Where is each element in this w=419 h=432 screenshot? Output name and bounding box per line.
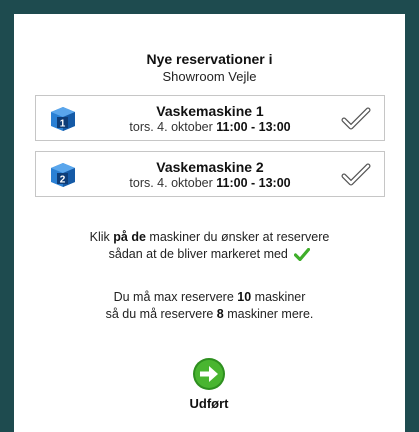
done-label: Udført <box>189 396 229 411</box>
machine-name-2: Vaskemaskine 2 <box>156 159 264 175</box>
machine-item-2[interactable]: 2 Vaskemaskine 2 tors. 4. oktober 11:00 … <box>35 151 385 197</box>
limit-text: Du må max reservere 10 maskiner så du må… <box>105 290 314 321</box>
instruction-text: Klik på de maskiner du ønsker at reserve… <box>89 230 330 262</box>
machine-number-1-icon: 1 <box>51 107 75 131</box>
machine-time-2: 11:00 - 13:00 <box>216 176 291 190</box>
arrow-right-icon <box>193 358 225 390</box>
unchecked-checkmark-icon[interactable] <box>341 163 371 187</box>
unchecked-checkmark-icon[interactable] <box>341 107 371 131</box>
machine-number-2-icon: 2 <box>51 163 75 187</box>
machine-name-1: Vaskemaskine 1 <box>156 103 264 119</box>
reservation-heading: Nye reservationer i Showroom Vejle <box>14 51 405 85</box>
green-check-icon <box>294 248 311 262</box>
machine-time-1: 11:00 - 13:00 <box>216 120 291 134</box>
max-count: 10 <box>237 290 252 304</box>
done-button[interactable]: Udført <box>179 357 239 419</box>
reservation-panel: Nye reservationer i Showroom Vejle 1 Vas… <box>14 14 405 432</box>
remaining-count: 8 <box>216 307 224 321</box>
machine-number-1: 1 <box>60 119 66 130</box>
machine-item-1[interactable]: 1 Vaskemaskine 1 tors. 4. oktober 11:00 … <box>35 95 385 141</box>
machine-number-2: 2 <box>60 175 66 186</box>
location-subtitle: Showroom Vejle <box>162 69 257 84</box>
page-title: Nye reservationer i <box>146 51 273 67</box>
machine-date-1: tors. 4. oktober <box>129 120 213 134</box>
machine-date-2: tors. 4. oktober <box>129 176 213 190</box>
